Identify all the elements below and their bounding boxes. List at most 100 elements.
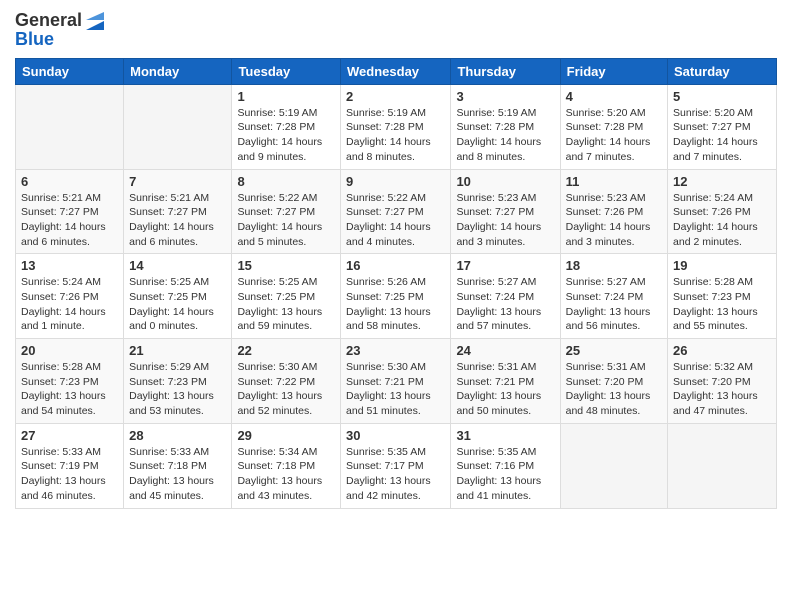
- day-info: Sunrise: 5:22 AM Sunset: 7:27 PM Dayligh…: [237, 191, 335, 250]
- logo-triangle-icon: [84, 10, 106, 32]
- day-number: 18: [566, 258, 662, 273]
- day-number: 20: [21, 343, 118, 358]
- calendar-cell: 14 Sunrise: 5:25 AM Sunset: 7:25 PM Dayl…: [124, 254, 232, 339]
- calendar-cell: 12 Sunrise: 5:24 AM Sunset: 7:26 PM Dayl…: [668, 169, 777, 254]
- day-number: 3: [456, 89, 554, 104]
- day-info: Sunrise: 5:32 AM Sunset: 7:20 PM Dayligh…: [673, 360, 771, 419]
- calendar-cell: 3 Sunrise: 5:19 AM Sunset: 7:28 PM Dayli…: [451, 84, 560, 169]
- logo: General Blue: [15, 10, 106, 50]
- day-info: Sunrise: 5:27 AM Sunset: 7:24 PM Dayligh…: [566, 275, 662, 334]
- calendar-cell: [560, 423, 667, 508]
- day-info: Sunrise: 5:23 AM Sunset: 7:26 PM Dayligh…: [566, 191, 662, 250]
- day-info: Sunrise: 5:19 AM Sunset: 7:28 PM Dayligh…: [346, 106, 445, 165]
- day-info: Sunrise: 5:29 AM Sunset: 7:23 PM Dayligh…: [129, 360, 226, 419]
- weekday-header-wednesday: Wednesday: [341, 58, 451, 84]
- day-number: 17: [456, 258, 554, 273]
- calendar-week-4: 20 Sunrise: 5:28 AM Sunset: 7:23 PM Dayl…: [16, 339, 777, 424]
- calendar-cell: 4 Sunrise: 5:20 AM Sunset: 7:28 PM Dayli…: [560, 84, 667, 169]
- calendar-cell: 7 Sunrise: 5:21 AM Sunset: 7:27 PM Dayli…: [124, 169, 232, 254]
- day-info: Sunrise: 5:19 AM Sunset: 7:28 PM Dayligh…: [237, 106, 335, 165]
- day-number: 11: [566, 174, 662, 189]
- day-number: 8: [237, 174, 335, 189]
- logo-general-text: General: [15, 11, 82, 31]
- calendar-cell: 17 Sunrise: 5:27 AM Sunset: 7:24 PM Dayl…: [451, 254, 560, 339]
- calendar-header-row: SundayMondayTuesdayWednesdayThursdayFrid…: [16, 58, 777, 84]
- day-info: Sunrise: 5:35 AM Sunset: 7:16 PM Dayligh…: [456, 445, 554, 504]
- calendar-cell: 16 Sunrise: 5:26 AM Sunset: 7:25 PM Dayl…: [341, 254, 451, 339]
- day-info: Sunrise: 5:28 AM Sunset: 7:23 PM Dayligh…: [673, 275, 771, 334]
- calendar-cell: 15 Sunrise: 5:25 AM Sunset: 7:25 PM Dayl…: [232, 254, 341, 339]
- calendar-cell: 29 Sunrise: 5:34 AM Sunset: 7:18 PM Dayl…: [232, 423, 341, 508]
- day-info: Sunrise: 5:31 AM Sunset: 7:21 PM Dayligh…: [456, 360, 554, 419]
- day-number: 13: [21, 258, 118, 273]
- day-info: Sunrise: 5:33 AM Sunset: 7:18 PM Dayligh…: [129, 445, 226, 504]
- calendar-cell: 5 Sunrise: 5:20 AM Sunset: 7:27 PM Dayli…: [668, 84, 777, 169]
- weekday-header-sunday: Sunday: [16, 58, 124, 84]
- day-number: 12: [673, 174, 771, 189]
- day-number: 25: [566, 343, 662, 358]
- day-info: Sunrise: 5:31 AM Sunset: 7:20 PM Dayligh…: [566, 360, 662, 419]
- day-number: 24: [456, 343, 554, 358]
- calendar-cell: 30 Sunrise: 5:35 AM Sunset: 7:17 PM Dayl…: [341, 423, 451, 508]
- day-number: 26: [673, 343, 771, 358]
- day-number: 21: [129, 343, 226, 358]
- day-number: 27: [21, 428, 118, 443]
- weekday-header-tuesday: Tuesday: [232, 58, 341, 84]
- calendar-cell: 19 Sunrise: 5:28 AM Sunset: 7:23 PM Dayl…: [668, 254, 777, 339]
- calendar-cell: 1 Sunrise: 5:19 AM Sunset: 7:28 PM Dayli…: [232, 84, 341, 169]
- day-number: 5: [673, 89, 771, 104]
- weekday-header-friday: Friday: [560, 58, 667, 84]
- day-number: 4: [566, 89, 662, 104]
- calendar-cell: 21 Sunrise: 5:29 AM Sunset: 7:23 PM Dayl…: [124, 339, 232, 424]
- day-number: 16: [346, 258, 445, 273]
- calendar-week-1: 1 Sunrise: 5:19 AM Sunset: 7:28 PM Dayli…: [16, 84, 777, 169]
- page-header: General Blue: [15, 10, 777, 50]
- day-info: Sunrise: 5:33 AM Sunset: 7:19 PM Dayligh…: [21, 445, 118, 504]
- day-info: Sunrise: 5:35 AM Sunset: 7:17 PM Dayligh…: [346, 445, 445, 504]
- calendar-cell: [124, 84, 232, 169]
- day-info: Sunrise: 5:22 AM Sunset: 7:27 PM Dayligh…: [346, 191, 445, 250]
- day-info: Sunrise: 5:21 AM Sunset: 7:27 PM Dayligh…: [21, 191, 118, 250]
- day-info: Sunrise: 5:34 AM Sunset: 7:18 PM Dayligh…: [237, 445, 335, 504]
- calendar-cell: 8 Sunrise: 5:22 AM Sunset: 7:27 PM Dayli…: [232, 169, 341, 254]
- day-info: Sunrise: 5:25 AM Sunset: 7:25 PM Dayligh…: [237, 275, 335, 334]
- day-info: Sunrise: 5:25 AM Sunset: 7:25 PM Dayligh…: [129, 275, 226, 334]
- calendar-cell: 24 Sunrise: 5:31 AM Sunset: 7:21 PM Dayl…: [451, 339, 560, 424]
- weekday-header-thursday: Thursday: [451, 58, 560, 84]
- day-info: Sunrise: 5:24 AM Sunset: 7:26 PM Dayligh…: [673, 191, 771, 250]
- calendar-cell: [16, 84, 124, 169]
- day-info: Sunrise: 5:20 AM Sunset: 7:28 PM Dayligh…: [566, 106, 662, 165]
- calendar-week-5: 27 Sunrise: 5:33 AM Sunset: 7:19 PM Dayl…: [16, 423, 777, 508]
- day-info: Sunrise: 5:24 AM Sunset: 7:26 PM Dayligh…: [21, 275, 118, 334]
- day-number: 6: [21, 174, 118, 189]
- day-number: 15: [237, 258, 335, 273]
- logo-blue-text: Blue: [15, 30, 106, 50]
- day-info: Sunrise: 5:27 AM Sunset: 7:24 PM Dayligh…: [456, 275, 554, 334]
- calendar-cell: 20 Sunrise: 5:28 AM Sunset: 7:23 PM Dayl…: [16, 339, 124, 424]
- weekday-header-monday: Monday: [124, 58, 232, 84]
- day-info: Sunrise: 5:20 AM Sunset: 7:27 PM Dayligh…: [673, 106, 771, 165]
- day-number: 10: [456, 174, 554, 189]
- calendar-cell: 25 Sunrise: 5:31 AM Sunset: 7:20 PM Dayl…: [560, 339, 667, 424]
- calendar-cell: 22 Sunrise: 5:30 AM Sunset: 7:22 PM Dayl…: [232, 339, 341, 424]
- calendar-cell: 18 Sunrise: 5:27 AM Sunset: 7:24 PM Dayl…: [560, 254, 667, 339]
- calendar-cell: 2 Sunrise: 5:19 AM Sunset: 7:28 PM Dayli…: [341, 84, 451, 169]
- day-info: Sunrise: 5:21 AM Sunset: 7:27 PM Dayligh…: [129, 191, 226, 250]
- day-info: Sunrise: 5:30 AM Sunset: 7:22 PM Dayligh…: [237, 360, 335, 419]
- day-info: Sunrise: 5:19 AM Sunset: 7:28 PM Dayligh…: [456, 106, 554, 165]
- page-container: General Blue SundayMondayTuesdayWednesda…: [0, 0, 792, 519]
- day-number: 29: [237, 428, 335, 443]
- day-info: Sunrise: 5:30 AM Sunset: 7:21 PM Dayligh…: [346, 360, 445, 419]
- calendar-week-3: 13 Sunrise: 5:24 AM Sunset: 7:26 PM Dayl…: [16, 254, 777, 339]
- calendar-cell: 13 Sunrise: 5:24 AM Sunset: 7:26 PM Dayl…: [16, 254, 124, 339]
- day-info: Sunrise: 5:23 AM Sunset: 7:27 PM Dayligh…: [456, 191, 554, 250]
- calendar-cell: 28 Sunrise: 5:33 AM Sunset: 7:18 PM Dayl…: [124, 423, 232, 508]
- day-number: 19: [673, 258, 771, 273]
- day-number: 7: [129, 174, 226, 189]
- day-number: 2: [346, 89, 445, 104]
- day-number: 31: [456, 428, 554, 443]
- day-number: 1: [237, 89, 335, 104]
- calendar-table: SundayMondayTuesdayWednesdayThursdayFrid…: [15, 58, 777, 509]
- day-number: 28: [129, 428, 226, 443]
- weekday-header-saturday: Saturday: [668, 58, 777, 84]
